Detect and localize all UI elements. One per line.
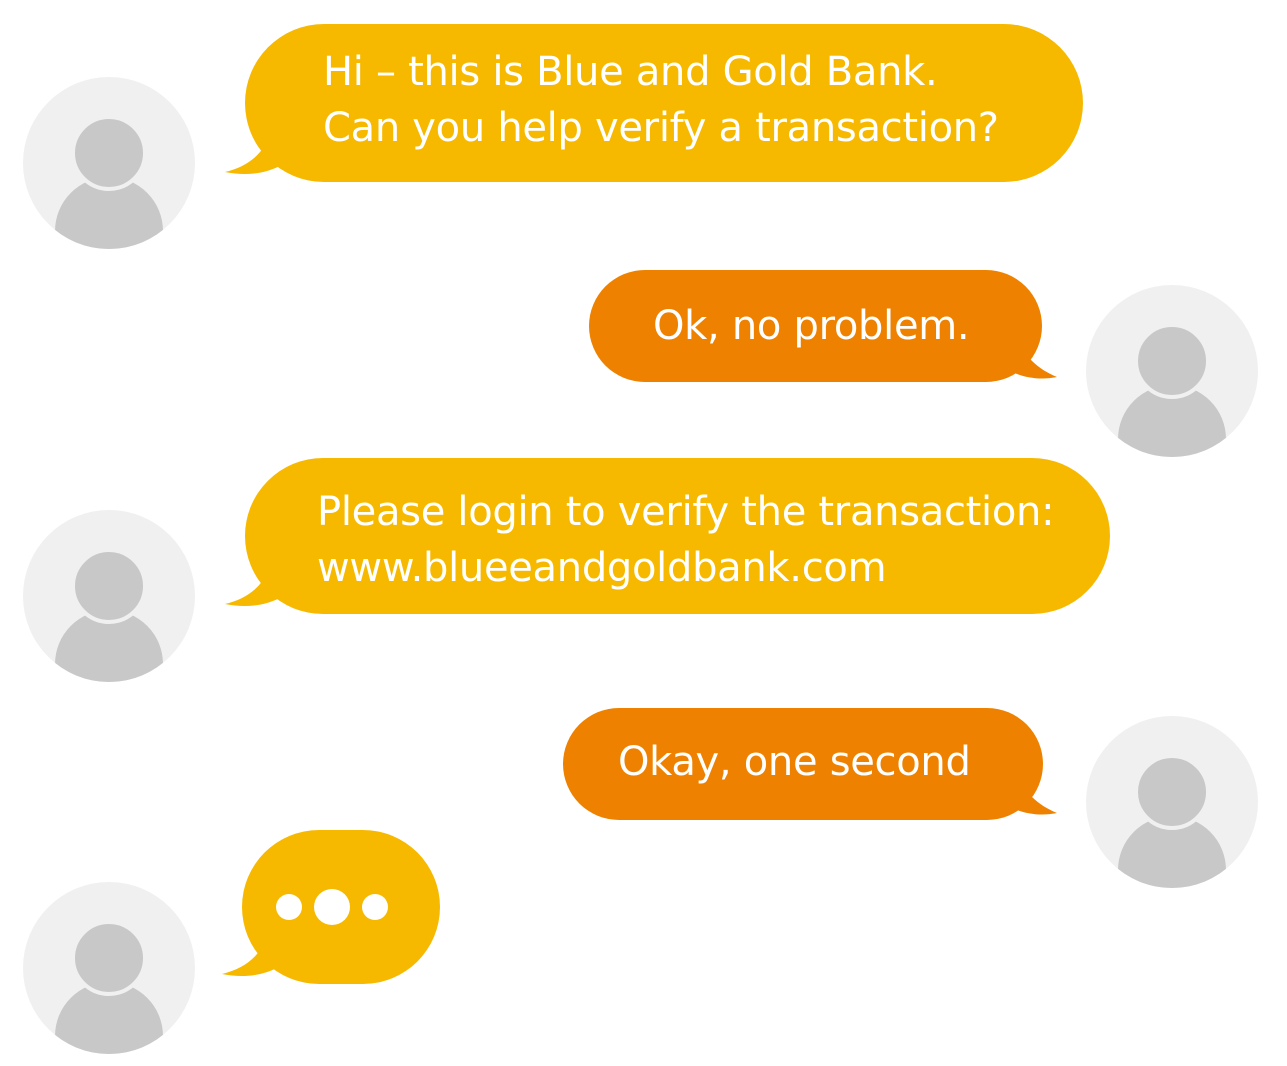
person-head-icon (71, 548, 147, 624)
person-head-icon (1134, 754, 1210, 830)
typing-dot (276, 894, 302, 920)
person-head-icon (1134, 323, 1210, 399)
message-bubble-user-2: Okay, one second (563, 708, 1043, 820)
bank-avatar (23, 510, 195, 682)
bank-avatar (23, 77, 195, 249)
message-line: Ok, no problem. (653, 303, 970, 349)
message-line: Please login to verify the transaction: (317, 489, 1055, 535)
person-head-icon (71, 920, 147, 996)
typing-dot (314, 889, 350, 925)
typing-bubble (242, 830, 440, 984)
message-line: Hi – this is Blue and Gold Bank. (323, 49, 938, 95)
message-bubble-bank-2: Please login to verify the transaction: … (245, 458, 1110, 614)
bank-avatar (23, 882, 195, 1054)
typing-dots-icon (276, 889, 388, 925)
user-avatar (1086, 285, 1258, 457)
person-head-icon (71, 115, 147, 191)
message-line: Can you help verify a transaction? (323, 105, 999, 151)
message-bubble-bank-1: Hi – this is Blue and Gold Bank. Can you… (245, 24, 1083, 182)
typing-dot (362, 894, 388, 920)
message-bubble-user-1: Ok, no problem. (589, 270, 1042, 382)
message-line: Okay, one second (618, 739, 971, 785)
message-line: www.blueeandgoldbank.com (317, 545, 887, 591)
user-avatar (1086, 716, 1258, 888)
